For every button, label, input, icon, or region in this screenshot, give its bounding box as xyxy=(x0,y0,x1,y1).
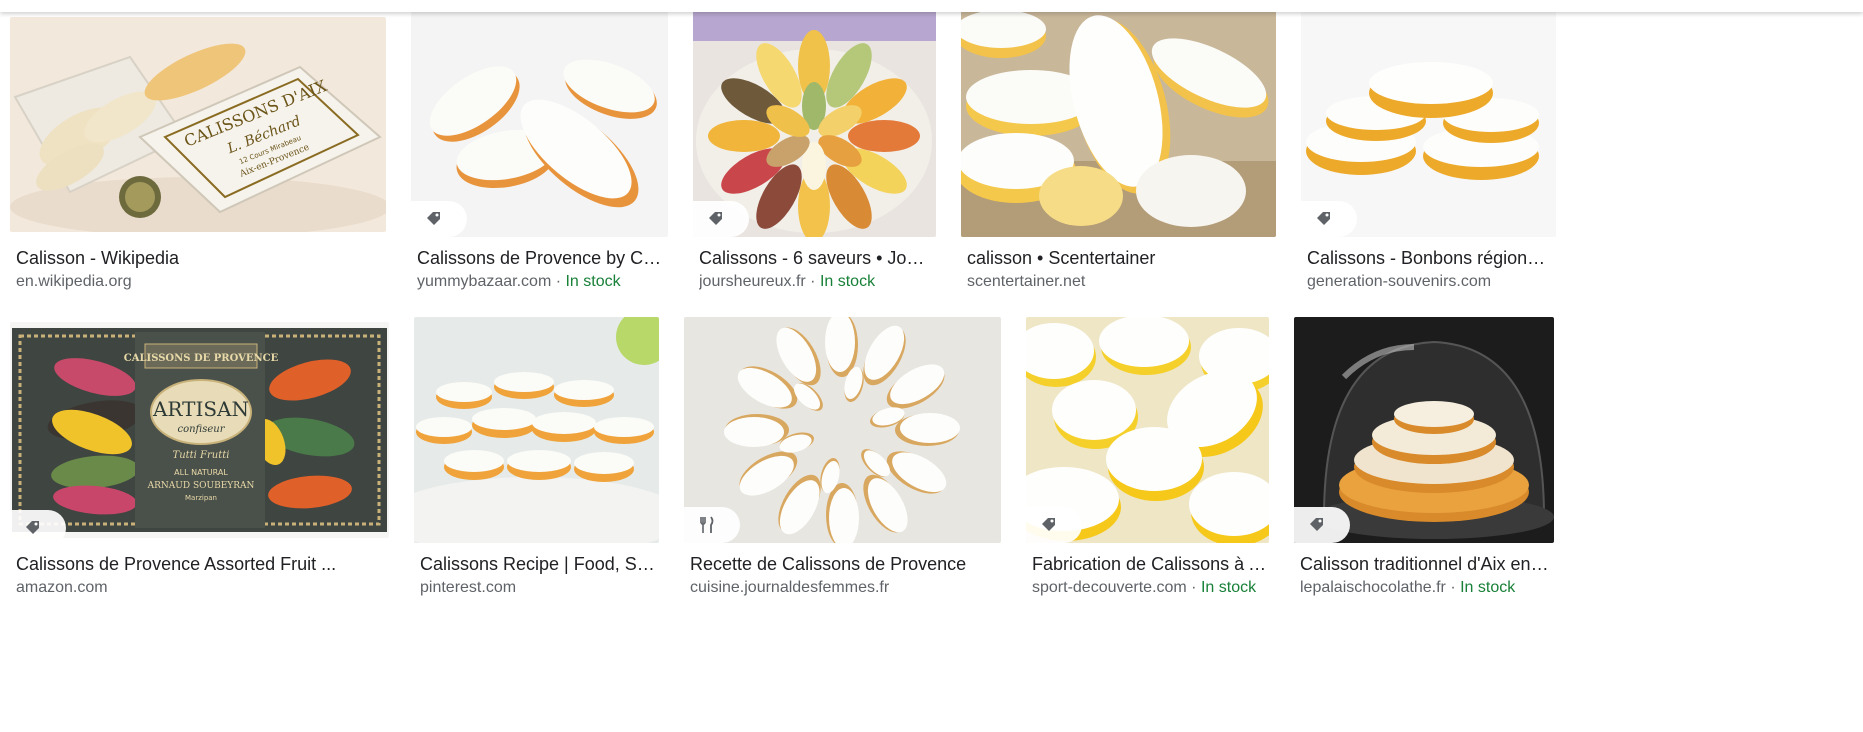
source-domain: pinterest.com xyxy=(420,579,517,596)
source-domain: cuisine.journaldesfemmes.fr xyxy=(690,579,890,596)
source-domain: lepalaischocolathe.fr xyxy=(1300,579,1446,596)
stock-status: In stock xyxy=(1460,579,1516,596)
result-source: sport-decouverte.com · In stock xyxy=(1032,579,1267,597)
result-title[interactable]: Calissons Recipe | Food, Sweets, Dessert… xyxy=(420,554,657,575)
result-source: joursheureux.fr · In stock xyxy=(699,273,934,291)
result-card[interactable]: calisson • Scentertainer scentertainer.n… xyxy=(961,11,1276,307)
meta-separator: · xyxy=(1186,579,1201,596)
shopping-badge xyxy=(10,510,66,538)
result-card[interactable]: Recette de Calissons de Provence cuisine… xyxy=(684,317,1001,618)
shopping-badge xyxy=(1026,507,1082,543)
tag-icon xyxy=(709,212,722,225)
source-domain: generation-souvenirs.com xyxy=(1307,273,1492,290)
top-app-bar xyxy=(0,0,1863,12)
result-thumbnail[interactable]: CALISSONS D'AIX L. Béchard 12 Cours Mira… xyxy=(10,17,386,232)
result-thumbnail[interactable] xyxy=(684,317,1001,543)
result-thumbnail[interactable] xyxy=(414,317,659,543)
result-title[interactable]: Calissons - 6 saveurs • Jours Heureux xyxy=(699,248,934,269)
result-card[interactable]: Calisson traditionnel d'Aix en provence … xyxy=(1294,317,1554,618)
source-domain: en.wikipedia.org xyxy=(16,273,132,290)
box-tutti-text: Tutti Frutti xyxy=(173,450,230,461)
box-top-text: CALISSONS DE PROVENCE xyxy=(124,353,279,364)
result-thumbnail[interactable] xyxy=(411,11,668,237)
result-card[interactable]: CALISSONS DE PROVENCE ARTISAN confiseur … xyxy=(10,322,389,618)
result-title[interactable]: Recette de Calissons de Provence xyxy=(690,554,999,575)
result-source: cuisine.journaldesfemmes.fr xyxy=(690,579,999,597)
box-natural-text: ALL NATURAL xyxy=(174,468,228,477)
result-thumbnail[interactable] xyxy=(1026,317,1269,543)
shopping-badge xyxy=(1301,201,1357,237)
result-thumbnail[interactable] xyxy=(1301,11,1556,237)
tag-icon xyxy=(1317,212,1330,225)
tag-icon xyxy=(1310,518,1323,531)
source-domain: joursheureux.fr xyxy=(699,273,806,290)
result-source: en.wikipedia.org xyxy=(16,273,380,291)
source-domain: amazon.com xyxy=(16,579,108,596)
meta-separator: · xyxy=(1445,579,1461,596)
tag-icon xyxy=(427,212,440,225)
stock-status: In stock xyxy=(565,273,621,290)
result-title[interactable]: Calissons de Provence by Chabert & Guill… xyxy=(417,248,666,269)
result-title[interactable]: Calisson - Wikipedia xyxy=(16,248,380,269)
result-card[interactable]: Calissons Recipe | Food, Sweets, Dessert… xyxy=(414,317,659,618)
result-title[interactable]: Calissons - Bonbons régionaux ... xyxy=(1307,248,1554,269)
box-artisan-text: ARTISAN xyxy=(152,397,249,421)
result-card[interactable]: Calissons - Bonbons régionaux ... genera… xyxy=(1301,11,1556,307)
calisson-plate-image xyxy=(414,317,659,543)
source-domain: yummybazaar.com xyxy=(417,273,552,290)
result-thumbnail[interactable]: CALISSONS DE PROVENCE ARTISAN confiseur … xyxy=(10,322,389,538)
result-title[interactable]: calisson • Scentertainer xyxy=(967,248,1274,269)
recipe-badge xyxy=(684,507,740,543)
result-card[interactable]: Fabrication de Calissons à Aix-en-Proven… xyxy=(1026,317,1269,618)
shopping-badge xyxy=(693,201,749,237)
stock-status: In stock xyxy=(819,273,876,290)
result-title[interactable]: Calissons de Provence Assorted Fruit ... xyxy=(16,554,387,575)
result-thumbnail[interactable] xyxy=(961,11,1276,237)
recipe-icon xyxy=(700,516,714,533)
result-source: generation-souvenirs.com xyxy=(1307,273,1554,291)
box-marzipan-text: Marzipan xyxy=(185,494,217,502)
stock-status: In stock xyxy=(1200,579,1257,596)
meta-separator: · xyxy=(551,273,566,290)
shopping-badge xyxy=(411,201,467,237)
result-thumbnail[interactable] xyxy=(1294,317,1554,543)
box-confiseur-text: confiseur xyxy=(177,424,225,435)
calisson-tin-image: CALISSONS D'AIX L. Béchard 12 Cours Mira… xyxy=(10,17,386,232)
result-card[interactable]: CALISSONS D'AIX L. Béchard 12 Cours Mira… xyxy=(10,17,386,307)
result-source: yummybazaar.com · In stock xyxy=(417,273,666,291)
tag-icon xyxy=(1042,518,1055,531)
result-source: lepalaischocolathe.fr · In stock xyxy=(1300,579,1552,597)
source-domain: sport-decouverte.com xyxy=(1032,579,1187,596)
result-title[interactable]: Calisson traditionnel d'Aix en provence xyxy=(1300,554,1552,575)
tag-icon xyxy=(26,521,39,534)
result-source: scentertainer.net xyxy=(967,273,1274,291)
calisson-burlap-image xyxy=(961,11,1276,237)
source-domain: scentertainer.net xyxy=(967,273,1086,290)
result-thumbnail[interactable] xyxy=(693,11,936,237)
box-maker-text: ARNAUD SOUBEYRAN xyxy=(147,481,255,491)
result-title[interactable]: Fabrication de Calissons à Aix-en-Proven… xyxy=(1032,554,1267,575)
result-source: pinterest.com xyxy=(420,579,657,597)
result-card[interactable]: Calissons - 6 saveurs • Jours Heureux jo… xyxy=(693,11,936,307)
meta-separator: · xyxy=(805,273,820,290)
artisan-box-image: CALISSONS DE PROVENCE ARTISAN confiseur … xyxy=(10,322,389,538)
result-source: amazon.com xyxy=(16,579,387,597)
result-card[interactable]: Calissons de Provence by Chabert & Guill… xyxy=(411,11,668,307)
shopping-badge xyxy=(1294,507,1350,543)
